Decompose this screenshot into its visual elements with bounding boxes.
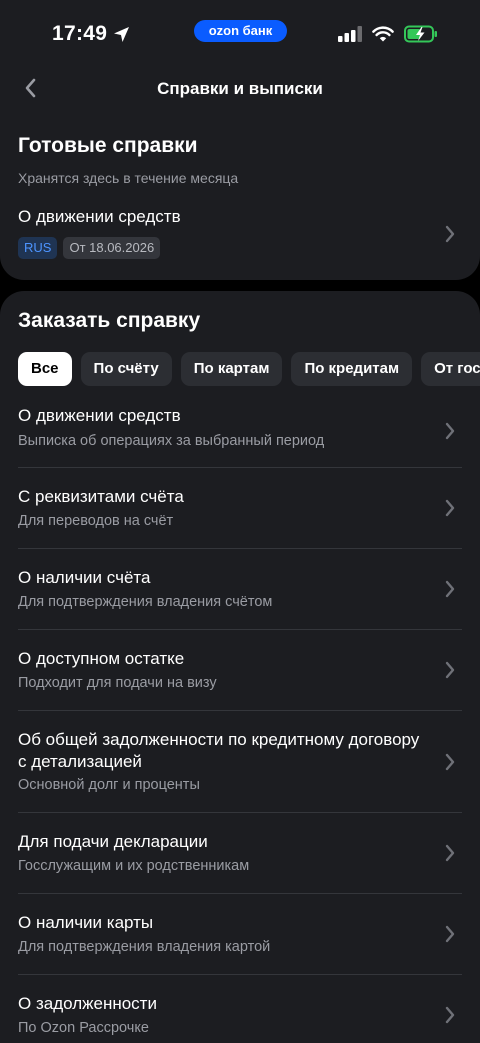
list-item[interactable]: Об общей задолженности по кредитному дог… (0, 711, 480, 813)
status-icons (338, 25, 438, 48)
item-subtitle: Для переводов на счёт (18, 513, 174, 529)
chevron-right-icon (444, 499, 456, 517)
chevron-right-icon (444, 422, 456, 440)
language-tag: RUS (18, 237, 58, 259)
list-item[interactable]: Для подачи декларации Госслужащим и их р… (0, 813, 480, 894)
list-item[interactable]: С реквизитами счёта Для переводов на счё… (0, 468, 480, 549)
ready-certificates-card: Готовые справки Хранятся здесь в течение… (0, 110, 480, 280)
item-subtitle: Для подтверждения владения счётом (18, 594, 273, 610)
list-item[interactable]: О наличии карты Для подтверждения владен… (0, 894, 480, 975)
item-subtitle: Основной долг и проценты (18, 777, 200, 793)
order-certificate-card: Заказать справку Все По счёту По картам … (0, 291, 480, 1043)
order-section-title: Заказать справку (18, 309, 201, 332)
item-subtitle: По Ozon Рассрочке (18, 1020, 149, 1036)
item-subtitle: Госслужащим и их родственникам (18, 858, 250, 874)
list-item[interactable]: О задолженности По Ozon Рассрочке (0, 975, 480, 1043)
screen: 17:49 ozon банк Справки и выписки Готовы… (0, 0, 480, 1043)
status-time: 17:49 (52, 22, 130, 46)
ready-item-title: О движении средств (18, 207, 181, 226)
filter-chips: Все По счёту По картам По кредитам От го… (18, 352, 480, 386)
filter-chip-by-cards[interactable]: По картам (180, 352, 283, 386)
item-subtitle: Для подтверждения владения картой (18, 939, 271, 955)
item-title: Об общей задолженности по кредитному дог… (18, 730, 420, 771)
chevron-right-icon (444, 753, 456, 771)
filter-chip-by-credits[interactable]: По кредитам (291, 352, 413, 386)
app-header: Справки и выписки (0, 70, 480, 110)
item-title: Для подачи декларации (18, 832, 208, 851)
chevron-right-icon (444, 580, 456, 598)
ready-item-tags: RUS От 18.06.2026 (18, 237, 161, 259)
location-arrow-icon (113, 26, 130, 43)
cellular-signal-icon (338, 26, 362, 47)
item-title: О наличии счёта (18, 568, 151, 587)
list-item[interactable]: О движении средств Выписка об операциях … (0, 395, 480, 468)
item-subtitle: Выписка об операциях за выбранный период (18, 433, 325, 449)
status-time-text: 17:49 (52, 22, 108, 45)
ready-section-subtitle: Хранятся здесь в течение месяца (18, 170, 239, 186)
chevron-right-icon (444, 225, 456, 243)
filter-chip-by-account[interactable]: По счёту (80, 352, 172, 386)
filter-chip-from-gov[interactable]: От гос (421, 352, 480, 386)
chevron-right-icon (444, 925, 456, 943)
item-title: О движении средств (18, 406, 181, 425)
chevron-right-icon (444, 661, 456, 679)
item-title: О доступном остатке (18, 649, 185, 668)
list-item[interactable]: О наличии счёта Для подтверждения владен… (0, 549, 480, 630)
chevron-right-icon (444, 1006, 456, 1024)
ready-section-title: Готовые справки (18, 134, 198, 157)
battery-charging-icon (404, 25, 438, 48)
chevron-right-icon (444, 844, 456, 862)
date-tag: От 18.06.2026 (63, 237, 161, 259)
status-bar: 17:49 ozon банк (0, 0, 480, 70)
item-title: О задолженности (18, 994, 157, 1013)
item-title: О наличии карты (18, 913, 154, 932)
wifi-icon (372, 26, 394, 47)
bank-badge[interactable]: ozon банк (194, 20, 287, 42)
item-title: С реквизитами счёта (18, 487, 184, 506)
ready-certificate-item[interactable]: О движении средств RUS От 18.06.2026 (0, 202, 480, 266)
filter-chip-all[interactable]: Все (18, 352, 72, 386)
page-title: Справки и выписки (157, 79, 323, 98)
list-item[interactable]: О доступном остатке Подходит для подачи … (0, 630, 480, 711)
item-subtitle: Подходит для подачи на визу (18, 675, 217, 691)
